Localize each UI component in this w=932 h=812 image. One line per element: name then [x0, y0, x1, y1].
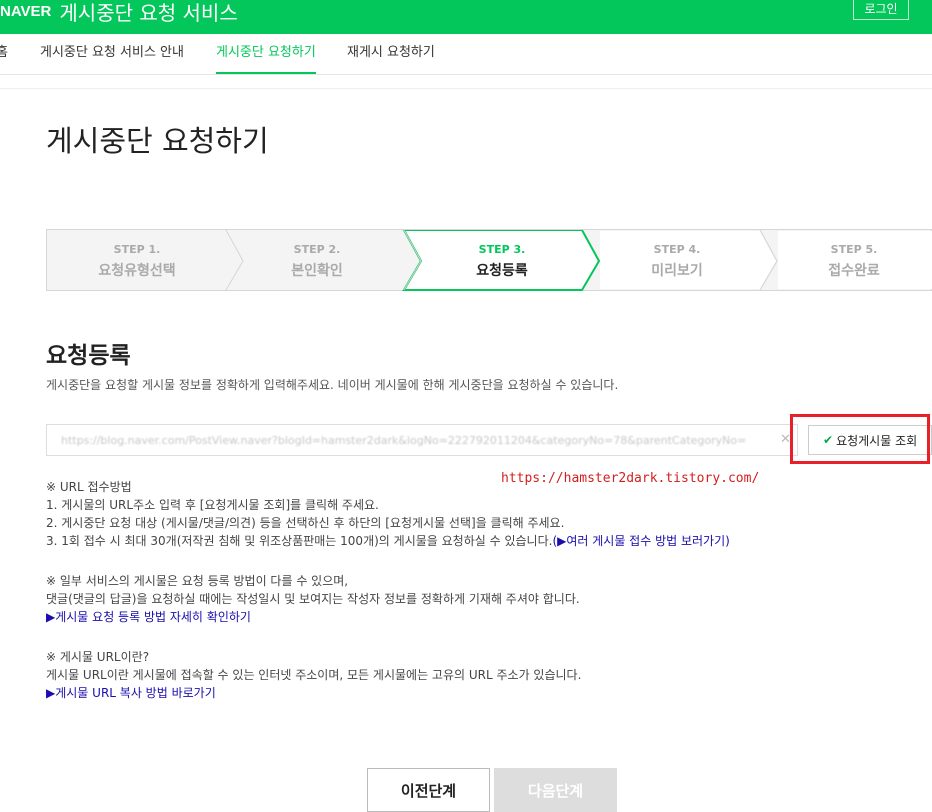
step-3-name: 요청등록: [476, 263, 528, 279]
highlight-box: [790, 414, 930, 464]
step-indicator: STEP 1. 요청유형선택 STEP 2. 본인확인 STEP 3. 요청등록…: [46, 229, 932, 291]
url-input-value[interactable]: https://blog.naver.com/PostView.naver?bl…: [61, 434, 746, 447]
step-2-number: STEP 2.: [293, 243, 341, 256]
nav-request[interactable]: 게시중단 요청하기: [216, 34, 316, 74]
copy-url-guide-link[interactable]: ▶게시물 URL 복사 방법 바로가기: [46, 684, 730, 702]
nav-home[interactable]: 홈: [0, 34, 8, 72]
step-5: STEP 5. 접수완료: [769, 230, 932, 290]
section-title: 요청등록: [46, 343, 131, 369]
main-nav: 홈 게시중단 요청 서비스 안내 게시중단 요청하기 재게시 요청하기: [0, 34, 932, 75]
url-method-step-2: 2. 게시중단 요청 대상 (게시물/댓글/의견) 등을 선택하신 후 하단의 …: [46, 516, 565, 530]
step-5-name: 접수완료: [828, 263, 880, 279]
step-2-name: 본인확인: [291, 263, 343, 279]
step-4-name: 미리보기: [651, 263, 703, 279]
register-guide-link[interactable]: ▶게시물 요청 등록 방법 자세히 확인하기: [46, 608, 730, 626]
login-button[interactable]: 로그인: [853, 0, 909, 20]
step-4: STEP 4. 미리보기: [592, 230, 762, 290]
step-1-name: 요청유형선택: [98, 263, 176, 279]
url-method-step-3-text: 3. 1회 접수 시 최대 30개(저작권 침해 및 위조상품판매는 100개)…: [46, 534, 553, 548]
nav-repost[interactable]: 재게시 요청하기: [347, 34, 435, 72]
nav-guide[interactable]: 게시중단 요청 서비스 안내: [40, 34, 184, 72]
step-3-number: STEP 3.: [478, 243, 526, 256]
what-is-url-text: 게시물 URL이란 게시물에 접속할 수 있는 인터넷 주소이며, 모든 게시물…: [46, 668, 582, 682]
page-title: 게시중단 요청하기: [46, 124, 269, 158]
multi-post-guide-link[interactable]: (▶여러 게시물 접수 방법 보러가기): [552, 534, 729, 548]
divider: [0, 88, 932, 89]
step-3: STEP 3. 요청등록: [412, 230, 592, 290]
service-note-heading: ※ 일부 서비스의 게시물은 요청 등록 방법이 다를 수 있으며,: [46, 574, 349, 588]
step-1: STEP 1. 요청유형선택: [47, 230, 227, 290]
step-1-number: STEP 1.: [113, 243, 161, 256]
url-method-heading: ※ URL 접수방법: [46, 480, 132, 494]
url-method-step-3: 3. 1회 접수 시 최대 30개(저작권 침해 및 위조상품판매는 100개)…: [46, 532, 730, 550]
prev-step-button[interactable]: 이전단계: [367, 768, 490, 812]
what-is-url-heading: ※ 게시물 URL이란?: [46, 650, 150, 664]
url-input[interactable]: https://blog.naver.com/PostView.naver?bl…: [46, 424, 798, 456]
notes: ※ URL 접수방법 1. 게시물의 URL주소 입력 후 [요청게시물 조회]…: [46, 478, 730, 702]
brand[interactable]: NAVER 게시중단 요청 서비스: [0, 0, 238, 26]
naver-logo[interactable]: NAVER: [0, 3, 51, 20]
service-title[interactable]: 게시중단 요청 서비스: [59, 0, 237, 26]
step-5-number: STEP 5.: [830, 243, 878, 256]
top-bar: NAVER 게시중단 요청 서비스 로그인: [0, 0, 932, 34]
section-description: 게시중단을 요청할 게시물 정보를 정확하게 입력해주세요. 네이버 게시물에 …: [46, 378, 619, 392]
next-step-button[interactable]: 다음단계: [494, 768, 617, 812]
url-method-step-1: 1. 게시물의 URL주소 입력 후 [요청게시물 조회]를 클릭해 주세요.: [46, 498, 379, 512]
service-note-text: 댓글(댓글의 답글)을 요청하실 때에는 작성일시 및 보여지는 작성자 정보를…: [46, 592, 580, 606]
step-2: STEP 2. 본인확인: [227, 230, 407, 290]
step-4-number: STEP 4.: [653, 243, 701, 256]
